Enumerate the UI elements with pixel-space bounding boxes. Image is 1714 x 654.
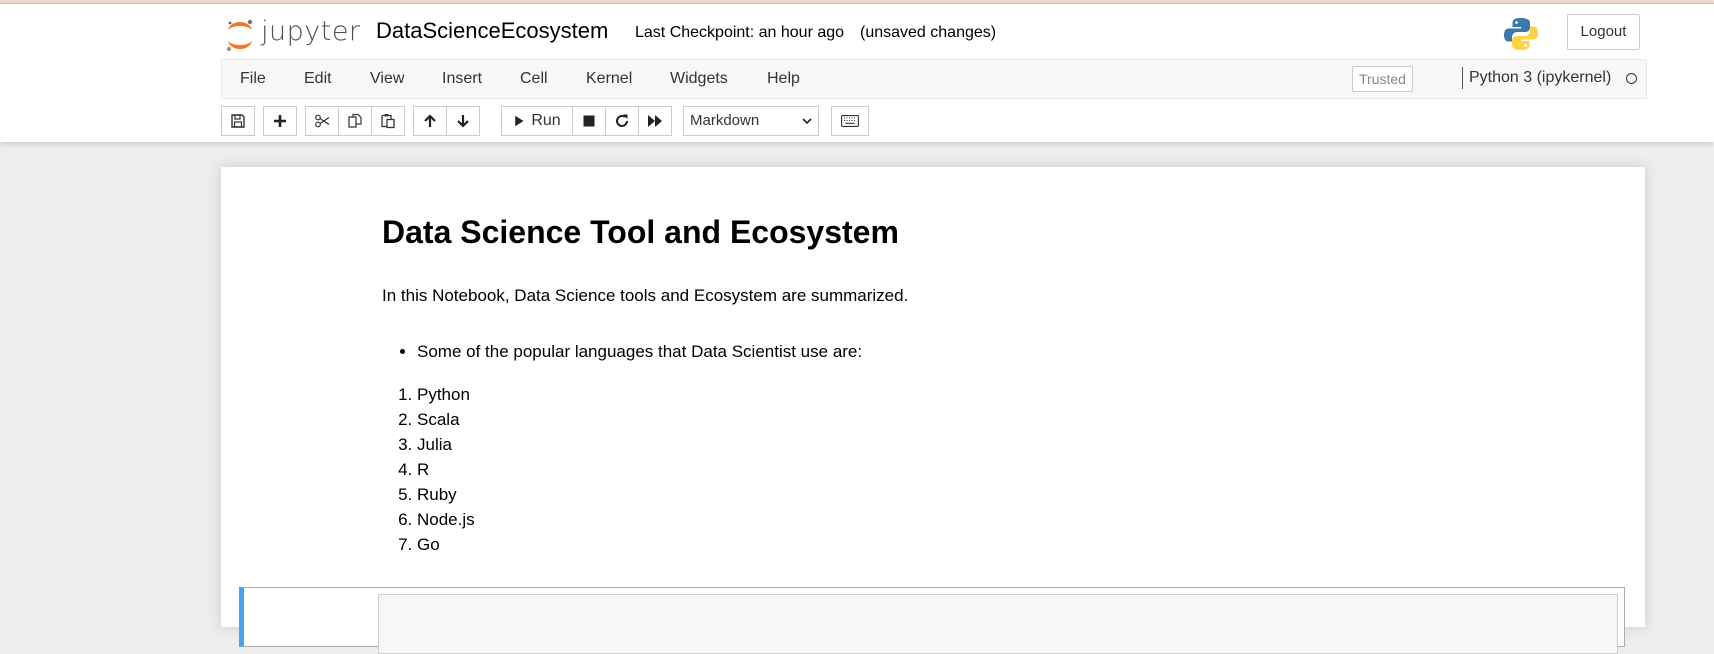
menu-file[interactable]: File: [240, 60, 266, 98]
run-button[interactable]: Run: [501, 106, 573, 136]
scissors-icon: [315, 114, 330, 128]
cell-intro-text: In this Notebook, Data Science tools and…: [382, 286, 909, 305]
copy-button[interactable]: [338, 106, 372, 136]
list-item: R: [417, 457, 475, 482]
run-label: Run: [531, 112, 561, 129]
menu-help[interactable]: Help: [767, 60, 800, 98]
autosave-status: (unsaved changes): [860, 24, 997, 41]
play-icon: [515, 115, 524, 127]
copy-icon: [348, 113, 362, 128]
paste-icon: [381, 114, 395, 129]
list-item: Python: [417, 382, 475, 407]
list-item: Go: [417, 532, 475, 557]
restart-icon: [616, 114, 628, 127]
fast-forward-icon: [648, 115, 662, 127]
menu-view[interactable]: View: [370, 60, 404, 98]
kernel-idle-icon: [1626, 73, 1637, 84]
menubar: File Edit View Insert Cell Kernel Widget…: [221, 59, 1647, 99]
arrow-down-icon: [457, 115, 469, 128]
cell-heading: Data Science Tool and Ecosystem: [382, 214, 899, 250]
bullet-list: Some of the popular languages that Data …: [382, 342, 862, 362]
list-item: Scala: [417, 407, 475, 432]
cell-type-select[interactable]: Markdown: [683, 106, 819, 136]
chevron-down-icon: [802, 118, 812, 125]
list-item: Some of the popular languages that Data …: [417, 342, 862, 362]
cell-input-area[interactable]: [378, 594, 1618, 654]
menu-insert[interactable]: Insert: [442, 60, 482, 98]
plus-icon: [274, 115, 286, 127]
header-row: jupyter DataScienceEcosystem Last Checkp…: [221, 12, 1641, 57]
toolbar: Run Markdown: [221, 106, 1645, 138]
kernel-name[interactable]: Python 3 (ipykernel): [1462, 67, 1611, 89]
logout-button[interactable]: Logout: [1567, 14, 1640, 50]
selected-cell[interactable]: [239, 587, 1625, 654]
jupyter-logo-text[interactable]: jupyter: [261, 16, 361, 47]
notebook-header: jupyter DataScienceEcosystem Last Checkp…: [0, 4, 1714, 142]
keyboard-icon: [841, 115, 859, 127]
restart-button[interactable]: [605, 106, 639, 136]
list-item: Node.js: [417, 507, 475, 532]
command-palette-button[interactable]: [831, 106, 869, 136]
move-down-button[interactable]: [446, 106, 480, 136]
menu-cell[interactable]: Cell: [520, 60, 548, 98]
checkpoint-status: Last Checkpoint: an hour ago: [635, 24, 845, 41]
restart-run-all-button[interactable]: [638, 106, 672, 136]
paste-button[interactable]: [371, 106, 405, 136]
move-up-button[interactable]: [413, 106, 447, 136]
list-item: Julia: [417, 432, 475, 457]
cell-type-value: Markdown: [690, 112, 760, 129]
stop-icon: [583, 115, 595, 127]
notebook-name[interactable]: DataScienceEcosystem: [376, 18, 608, 44]
insert-cell-button[interactable]: [263, 106, 297, 136]
python-logo-icon: [1504, 18, 1538, 50]
menu-edit[interactable]: Edit: [304, 60, 332, 98]
menu-kernel[interactable]: Kernel: [586, 60, 632, 98]
save-button[interactable]: [221, 106, 255, 136]
cut-button[interactable]: [305, 106, 339, 136]
trusted-indicator[interactable]: Trusted: [1352, 66, 1413, 92]
save-icon: [231, 114, 245, 128]
jupyter-logo-icon[interactable]: [225, 18, 255, 52]
arrow-up-icon: [424, 114, 436, 127]
interrupt-button[interactable]: [572, 106, 606, 136]
list-item: Ruby: [417, 482, 475, 507]
languages-list: Python Scala Julia R Ruby Node.js Go: [382, 382, 475, 557]
menu-widgets[interactable]: Widgets: [670, 60, 728, 98]
notebook-container: Data Science Tool and Ecosystem In this …: [221, 167, 1645, 654]
